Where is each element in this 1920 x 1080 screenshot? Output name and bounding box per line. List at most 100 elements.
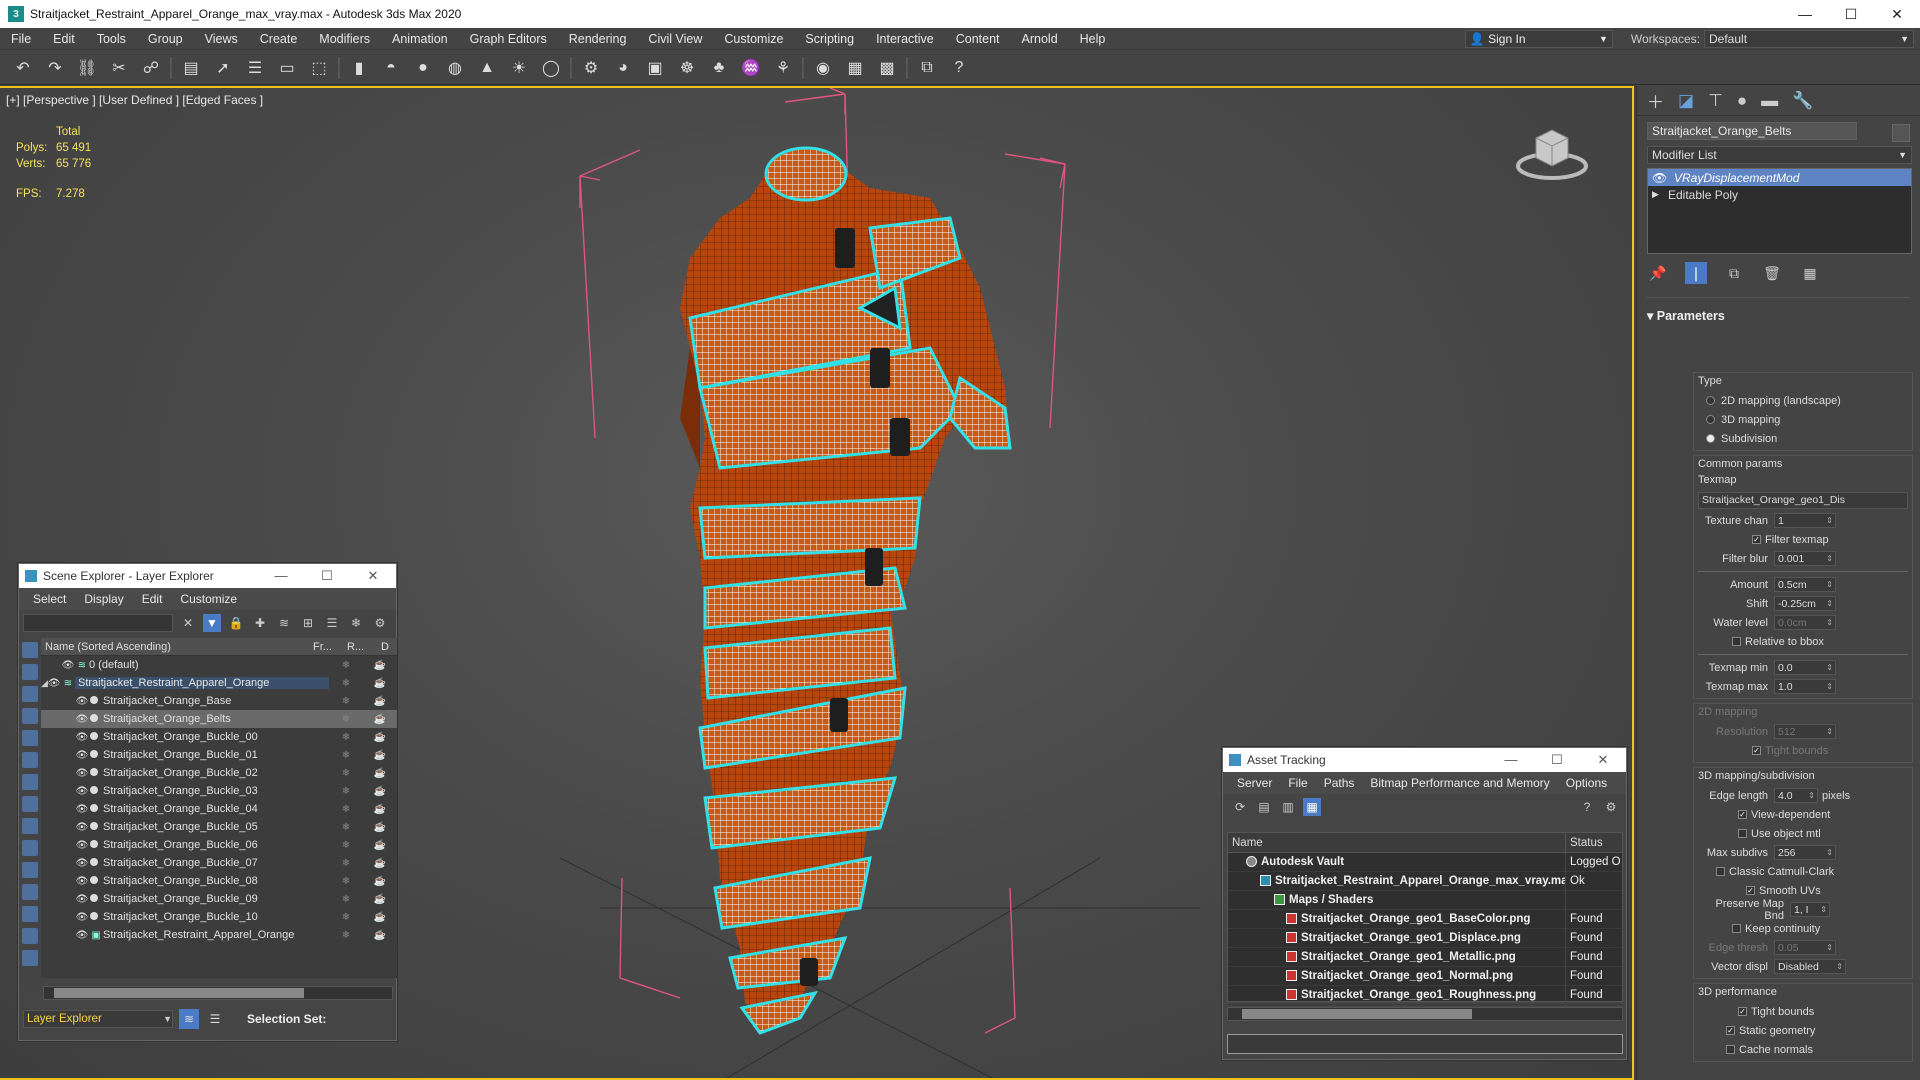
eye-icon[interactable]: 👁 [75,876,89,887]
detail-view-icon[interactable]: ▥ [1279,798,1297,816]
table-row[interactable]: Straitjacket_Restraint_Apparel_Orange_ma… [1228,871,1622,891]
texmap-button[interactable]: Straitjacket_Orange_geo1_Dis [1698,492,1908,509]
eye-icon[interactable]: 👁 [75,696,89,707]
menu-scripting[interactable]: Scripting [794,32,865,46]
vector-displ-dropdown[interactable]: Disabled [1774,959,1846,974]
stack-item-editable-poly[interactable]: ▶ Editable Poly [1648,186,1911,203]
render-teapot-icon[interactable]: ☕ [363,804,397,815]
close-button[interactable]: ✕ [350,568,396,584]
menu-content[interactable]: Content [945,32,1011,46]
column-render[interactable]: R... [347,641,381,653]
sign-in-dropdown[interactable]: 👤 Sign In ▼ [1464,30,1613,48]
freeze-icon[interactable]: ❄ [329,678,363,689]
tight-bounds-2d-checkbox[interactable]: ✓ [1752,746,1761,755]
freeze-icon[interactable]: ❄ [329,858,363,869]
filter-blur-spinner[interactable]: 0.001 [1774,551,1836,566]
shift-spinner[interactable]: -0.25cm [1774,596,1836,611]
viewcube-icon[interactable] [1512,118,1592,188]
lock-icon[interactable]: 🔒 [227,614,245,632]
relative-to-bbox-checkbox[interactable] [1732,637,1741,646]
cone-icon[interactable]: ◓ [378,55,404,81]
tight-bounds-checkbox[interactable]: ✓ [1738,1007,1747,1016]
freeze-icon[interactable]: ❄ [329,876,363,887]
eye-icon[interactable]: 👁 [75,786,89,797]
menu-interactive[interactable]: Interactive [865,32,945,46]
pyramid-icon[interactable]: ▲ [474,55,500,81]
pin-stack-icon[interactable]: 📌 [1647,262,1669,284]
static-geometry-checkbox[interactable]: ✓ [1726,1026,1735,1035]
light-icon[interactable]: ☀ [506,55,532,81]
table-row[interactable]: 👁 Straitjacket_Orange_Buckle_05 ❄ ☕ [41,818,397,836]
freeze-icon[interactable]: ❄ [329,822,363,833]
refresh-icon[interactable]: ⟳ [1231,798,1249,816]
menu-arnold[interactable]: Arnold [1011,32,1069,46]
render-teapot-icon[interactable]: ☕ [363,858,397,869]
torus-icon[interactable]: ◍ [442,55,468,81]
display-shapes-icon[interactable] [22,686,38,702]
remove-modifier-icon[interactable]: 🗑 [1761,262,1783,284]
scrollbar-thumb[interactable] [54,988,304,998]
box-icon[interactable]: ▮ [346,55,372,81]
rect-selection-icon[interactable]: ▭ [274,55,300,81]
render-teapot-icon[interactable]: ☕ [363,876,397,887]
bind-icon[interactable]: ☍ [138,55,164,81]
radio-icon[interactable] [1706,396,1715,405]
search-input[interactable] [23,614,173,632]
plane-icon[interactable]: ◯ [538,55,564,81]
type-option-subdivision[interactable]: Subdivision [1694,429,1912,448]
render-teapot-icon[interactable]: ☕ [363,840,397,851]
render-teapot-icon[interactable]: ☕ [363,714,397,725]
cache-normals-checkbox[interactable] [1726,1045,1735,1054]
menu-server[interactable]: Server [1237,776,1272,790]
freeze-icon[interactable]: ❄ [329,660,363,671]
help-icon[interactable]: ? [1578,798,1596,816]
table-row[interactable]: ◢ 👁 ≋ Straitjacket_Restraint_Apparel_Orange… [41,674,397,692]
table-row[interactable]: 👁 Straitjacket_Orange_Base ❄ ☕ [41,692,397,710]
vray-sphere-icon[interactable]: ◉ [810,55,836,81]
table-row[interactable]: 👁 Straitjacket_Orange_Buckle_08 ❄ ☕ [41,872,397,890]
help-icon[interactable]: ? [946,55,972,81]
eye-icon[interactable]: 👁 [75,930,89,941]
display-cameras-icon[interactable] [22,730,38,746]
smooth-uvs-checkbox[interactable]: ✓ [1746,886,1755,895]
display-groups-icon[interactable] [22,796,38,812]
display-hidden-icon[interactable] [22,906,38,922]
render-teapot-icon[interactable]: ☕ [363,912,397,923]
selection-filter-icon[interactable]: ▤ [178,55,204,81]
freeze-icon[interactable]: ❄ [329,714,363,725]
menu-tools[interactable]: Tools [86,32,137,46]
modifier-list-dropdown[interactable]: Modifier List ▼ [1647,146,1912,164]
table-row[interactable]: 👁 Straitjacket_Orange_Belts ❄ ☕ [41,710,397,728]
table-row[interactable]: 👁 Straitjacket_Orange_Buckle_09 ❄ ☕ [41,890,397,908]
menu-animation[interactable]: Animation [381,32,459,46]
utilities-tab-icon[interactable]: 🔧 [1792,91,1813,111]
table-row[interactable]: 👁 Straitjacket_Orange_Buckle_10 ❄ ☕ [41,908,397,926]
render-teapot-icon[interactable]: ☕ [363,678,397,689]
asset-path-field[interactable] [1227,1034,1623,1054]
material-editor-icon[interactable]: ◕ [610,55,636,81]
preserve-map-bnd-dropdown[interactable]: 1, I [1790,902,1830,917]
menu-modifiers[interactable]: Modifiers [308,32,381,46]
render-teapot-icon[interactable]: ☕ [363,768,397,779]
edge-thresh-spinner[interactable]: 0.05 [1774,940,1836,955]
table-row[interactable]: Straitjacket_Orange_geo1_Normal.png Found [1228,966,1622,986]
display-none-icon[interactable] [22,642,38,658]
minimize-button[interactable]: — [258,568,304,584]
layers-toggle-icon[interactable]: ≋ [179,1009,199,1029]
display-helpers-icon[interactable] [22,752,38,768]
table-row[interactable]: 👁 Straitjacket_Orange_Buckle_04 ❄ ☕ [41,800,397,818]
add-to-layer-icon[interactable]: ⊞ [299,614,317,632]
clear-search-icon[interactable]: ✕ [179,614,197,632]
vray-render-icon[interactable]: ▩ [874,55,900,81]
texmap-max-spinner[interactable]: 1.0 [1774,679,1836,694]
menu-file[interactable]: File [0,32,42,46]
freeze-icon[interactable]: ❄ [329,696,363,707]
display-children-icon[interactable] [22,950,38,966]
workspaces-dropdown[interactable]: Default ▼ [1704,30,1914,48]
eye-icon[interactable]: 👁 [1652,171,1674,185]
column-status[interactable]: Status [1566,837,1603,849]
freeze-icon[interactable]: ❄ [329,912,363,923]
menu-group[interactable]: Group [137,32,194,46]
freeze-icon[interactable]: ❄ [329,732,363,743]
layer-stack-icon[interactable]: ☰ [323,614,341,632]
